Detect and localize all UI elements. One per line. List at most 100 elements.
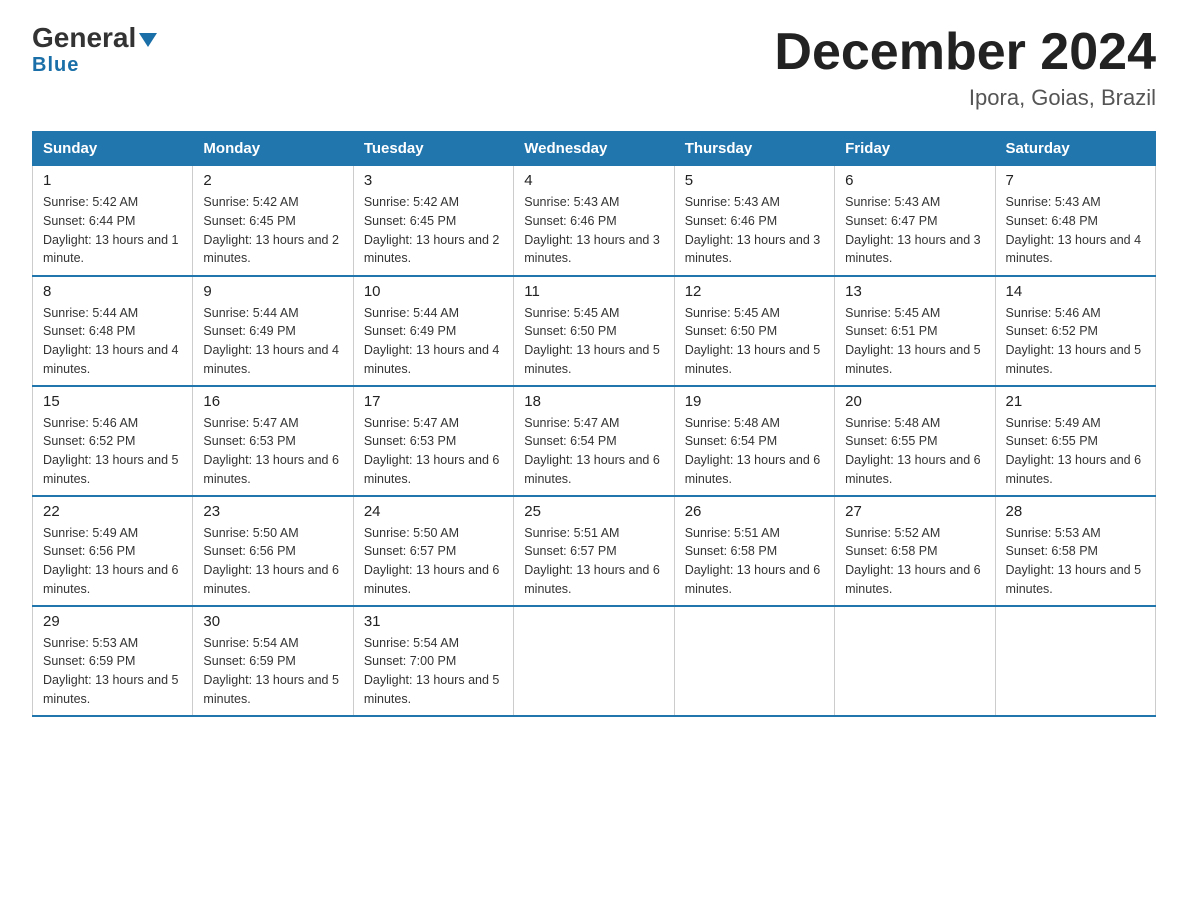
sunset-label: Sunset: 6:55 PM <box>845 434 937 448</box>
day-number: 13 <box>845 283 984 300</box>
day-info: Sunrise: 5:43 AM Sunset: 6:46 PM Dayligh… <box>524 193 663 268</box>
daylight-label: Daylight: 13 hours and 6 minutes. <box>1006 453 1142 486</box>
header-monday: Monday <box>193 132 353 166</box>
sunset-label: Sunset: 6:50 PM <box>524 324 616 338</box>
day-info: Sunrise: 5:48 AM Sunset: 6:55 PM Dayligh… <box>845 414 984 489</box>
sunset-label: Sunset: 6:48 PM <box>43 324 135 338</box>
day-cell-2-4: 19 Sunrise: 5:48 AM Sunset: 6:54 PM Dayl… <box>674 386 834 496</box>
sunset-label: Sunset: 6:45 PM <box>203 214 295 228</box>
day-cell-0-0: 1 Sunrise: 5:42 AM Sunset: 6:44 PM Dayli… <box>33 166 193 276</box>
day-number: 2 <box>203 172 342 189</box>
daylight-label: Daylight: 13 hours and 5 minutes. <box>524 343 660 376</box>
daylight-label: Daylight: 13 hours and 6 minutes. <box>685 453 821 486</box>
calendar-table: Sunday Monday Tuesday Wednesday Thursday… <box>32 131 1156 717</box>
daylight-label: Daylight: 13 hours and 6 minutes. <box>203 453 339 486</box>
day-info: Sunrise: 5:43 AM Sunset: 6:47 PM Dayligh… <box>845 193 984 268</box>
daylight-label: Daylight: 13 hours and 6 minutes. <box>685 563 821 596</box>
day-cell-2-5: 20 Sunrise: 5:48 AM Sunset: 6:55 PM Dayl… <box>835 386 995 496</box>
calendar-body: 1 Sunrise: 5:42 AM Sunset: 6:44 PM Dayli… <box>33 166 1156 716</box>
day-cell-1-4: 12 Sunrise: 5:45 AM Sunset: 6:50 PM Dayl… <box>674 276 834 386</box>
calendar-title: December 2024 <box>774 24 1156 81</box>
day-cell-4-0: 29 Sunrise: 5:53 AM Sunset: 6:59 PM Dayl… <box>33 606 193 716</box>
sunrise-label: Sunrise: 5:52 AM <box>845 526 940 540</box>
sunrise-label: Sunrise: 5:44 AM <box>364 306 459 320</box>
daylight-label: Daylight: 13 hours and 1 minute. <box>43 233 179 266</box>
day-number: 1 <box>43 172 182 189</box>
sunrise-label: Sunrise: 5:44 AM <box>203 306 298 320</box>
sunrise-label: Sunrise: 5:43 AM <box>685 195 780 209</box>
day-info: Sunrise: 5:52 AM Sunset: 6:58 PM Dayligh… <box>845 524 984 599</box>
sunset-label: Sunset: 6:56 PM <box>203 544 295 558</box>
logo-text: General <box>32 24 157 52</box>
day-cell-2-6: 21 Sunrise: 5:49 AM Sunset: 6:55 PM Dayl… <box>995 386 1155 496</box>
day-number: 12 <box>685 283 824 300</box>
page-header: General Blue December 2024 Ipora, Goias,… <box>32 24 1156 111</box>
sunrise-label: Sunrise: 5:50 AM <box>364 526 459 540</box>
weekday-header-row: Sunday Monday Tuesday Wednesday Thursday… <box>33 132 1156 166</box>
sunset-label: Sunset: 6:53 PM <box>203 434 295 448</box>
daylight-label: Daylight: 13 hours and 3 minutes. <box>685 233 821 266</box>
header-thursday: Thursday <box>674 132 834 166</box>
header-saturday: Saturday <box>995 132 1155 166</box>
daylight-label: Daylight: 13 hours and 6 minutes. <box>203 563 339 596</box>
day-cell-1-0: 8 Sunrise: 5:44 AM Sunset: 6:48 PM Dayli… <box>33 276 193 386</box>
day-number: 22 <box>43 503 182 520</box>
day-cell-3-1: 23 Sunrise: 5:50 AM Sunset: 6:56 PM Dayl… <box>193 496 353 606</box>
header-sunday: Sunday <box>33 132 193 166</box>
day-cell-3-0: 22 Sunrise: 5:49 AM Sunset: 6:56 PM Dayl… <box>33 496 193 606</box>
day-number: 24 <box>364 503 503 520</box>
day-cell-2-3: 18 Sunrise: 5:47 AM Sunset: 6:54 PM Dayl… <box>514 386 674 496</box>
calendar-header: Sunday Monday Tuesday Wednesday Thursday… <box>33 132 1156 166</box>
day-info: Sunrise: 5:48 AM Sunset: 6:54 PM Dayligh… <box>685 414 824 489</box>
sunset-label: Sunset: 6:45 PM <box>364 214 456 228</box>
day-cell-3-3: 25 Sunrise: 5:51 AM Sunset: 6:57 PM Dayl… <box>514 496 674 606</box>
day-cell-0-1: 2 Sunrise: 5:42 AM Sunset: 6:45 PM Dayli… <box>193 166 353 276</box>
day-cell-1-3: 11 Sunrise: 5:45 AM Sunset: 6:50 PM Dayl… <box>514 276 674 386</box>
header-tuesday: Tuesday <box>353 132 513 166</box>
daylight-label: Daylight: 13 hours and 2 minutes. <box>203 233 339 266</box>
daylight-label: Daylight: 13 hours and 4 minutes. <box>1006 233 1142 266</box>
sunrise-label: Sunrise: 5:47 AM <box>364 416 459 430</box>
daylight-label: Daylight: 13 hours and 4 minutes. <box>364 343 500 376</box>
sunset-label: Sunset: 6:46 PM <box>524 214 616 228</box>
day-number: 5 <box>685 172 824 189</box>
day-cell-2-1: 16 Sunrise: 5:47 AM Sunset: 6:53 PM Dayl… <box>193 386 353 496</box>
day-number: 17 <box>364 393 503 410</box>
day-info: Sunrise: 5:53 AM Sunset: 6:58 PM Dayligh… <box>1006 524 1145 599</box>
day-info: Sunrise: 5:45 AM Sunset: 6:51 PM Dayligh… <box>845 304 984 379</box>
sunset-label: Sunset: 6:59 PM <box>43 654 135 668</box>
day-info: Sunrise: 5:44 AM Sunset: 6:49 PM Dayligh… <box>364 304 503 379</box>
day-info: Sunrise: 5:44 AM Sunset: 6:48 PM Dayligh… <box>43 304 182 379</box>
daylight-label: Daylight: 13 hours and 5 minutes. <box>1006 563 1142 596</box>
day-info: Sunrise: 5:47 AM Sunset: 6:54 PM Dayligh… <box>524 414 663 489</box>
day-info: Sunrise: 5:43 AM Sunset: 6:46 PM Dayligh… <box>685 193 824 268</box>
day-number: 16 <box>203 393 342 410</box>
day-number: 29 <box>43 613 182 630</box>
sunset-label: Sunset: 6:56 PM <box>43 544 135 558</box>
sunset-label: Sunset: 7:00 PM <box>364 654 456 668</box>
day-number: 19 <box>685 393 824 410</box>
sunset-label: Sunset: 6:52 PM <box>43 434 135 448</box>
sunrise-label: Sunrise: 5:47 AM <box>203 416 298 430</box>
sunset-label: Sunset: 6:47 PM <box>845 214 937 228</box>
day-number: 8 <box>43 283 182 300</box>
day-cell-0-5: 6 Sunrise: 5:43 AM Sunset: 6:47 PM Dayli… <box>835 166 995 276</box>
daylight-label: Daylight: 13 hours and 5 minutes. <box>203 673 339 706</box>
day-info: Sunrise: 5:54 AM Sunset: 7:00 PM Dayligh… <box>364 634 503 709</box>
daylight-label: Daylight: 13 hours and 6 minutes. <box>364 453 500 486</box>
day-cell-3-6: 28 Sunrise: 5:53 AM Sunset: 6:58 PM Dayl… <box>995 496 1155 606</box>
sunrise-label: Sunrise: 5:53 AM <box>1006 526 1101 540</box>
day-info: Sunrise: 5:44 AM Sunset: 6:49 PM Dayligh… <box>203 304 342 379</box>
day-info: Sunrise: 5:45 AM Sunset: 6:50 PM Dayligh… <box>524 304 663 379</box>
day-cell-3-5: 27 Sunrise: 5:52 AM Sunset: 6:58 PM Dayl… <box>835 496 995 606</box>
sunrise-label: Sunrise: 5:45 AM <box>524 306 619 320</box>
sunset-label: Sunset: 6:57 PM <box>524 544 616 558</box>
title-block: December 2024 Ipora, Goias, Brazil <box>774 24 1156 111</box>
day-number: 25 <box>524 503 663 520</box>
day-cell-3-2: 24 Sunrise: 5:50 AM Sunset: 6:57 PM Dayl… <box>353 496 513 606</box>
sunrise-label: Sunrise: 5:51 AM <box>524 526 619 540</box>
sunset-label: Sunset: 6:48 PM <box>1006 214 1098 228</box>
day-info: Sunrise: 5:43 AM Sunset: 6:48 PM Dayligh… <box>1006 193 1145 268</box>
logo: General Blue <box>32 24 157 77</box>
day-info: Sunrise: 5:49 AM Sunset: 6:56 PM Dayligh… <box>43 524 182 599</box>
